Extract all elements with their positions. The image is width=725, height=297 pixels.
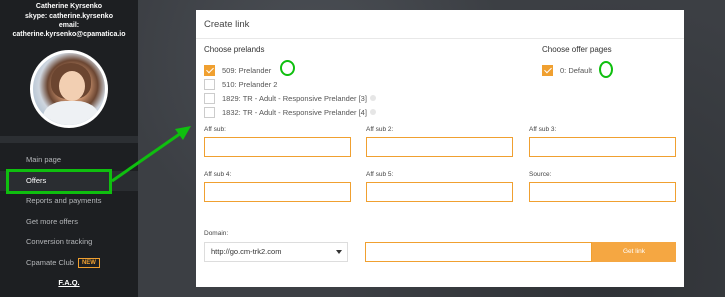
avatar-face	[59, 71, 85, 101]
checkbox[interactable]	[204, 92, 215, 104]
sidebar-item-cpamate-club[interactable]: Cpamate Club NEW	[0, 253, 138, 274]
user-name: Catherine Kyrsenko	[35, 3, 103, 10]
aff-sub-input[interactable]	[204, 137, 351, 157]
user-skype: skype: catherine.kyrsenko	[25, 13, 113, 20]
domain-value: http://go.cm-trk2.com	[211, 247, 282, 256]
domain-select[interactable]: http://go.cm-trk2.com	[204, 242, 348, 262]
preview-eye-icon[interactable]	[369, 109, 376, 115]
checkbox[interactable]	[542, 64, 553, 76]
offer-pages-title: Choose offer pages	[542, 45, 612, 54]
preland-option-1832[interactable]: 1832: TR - Adult - Responsive Prelander …	[204, 106, 376, 118]
annotation-highlight-box	[6, 169, 112, 194]
create-link-panel: Create link Choose prelands Choose offer…	[196, 10, 684, 287]
preland-label: 510: Prelander 2	[222, 79, 278, 89]
aff-sub-3-label: Aff sub 3:	[529, 126, 557, 133]
aff-sub-3-input[interactable]	[529, 137, 676, 157]
aff-sub-2-label: Aff sub 2:	[366, 126, 394, 133]
aff-sub-2-input[interactable]	[366, 137, 513, 157]
offer-page-option-default[interactable]: 0: Default	[542, 64, 592, 76]
source-input[interactable]	[529, 182, 676, 202]
checkbox[interactable]	[204, 64, 215, 76]
avatar-body	[43, 101, 99, 125]
prelands-title: Choose prelands	[204, 45, 265, 54]
aff-sub-5-label: Aff sub 5:	[366, 171, 394, 178]
preland-option-510[interactable]: 510: Prelander 2	[204, 78, 277, 90]
panel-divider	[196, 38, 684, 39]
source-label: Source:	[529, 171, 552, 178]
annotation-circle	[599, 61, 613, 78]
preland-label: 509: Prelander	[222, 65, 272, 75]
sidebar-item-get-more-offers[interactable]: Get more offers	[0, 212, 138, 233]
get-link-button[interactable]: Get link	[592, 242, 676, 262]
user-email-label: email:	[58, 22, 80, 29]
preview-eye-icon[interactable]	[369, 95, 376, 101]
sidebar-item-label: Cpamate Club	[26, 257, 74, 267]
aff-sub-4-input[interactable]	[204, 182, 351, 202]
annotation-circle	[280, 60, 295, 76]
chevron-down-icon	[336, 250, 342, 254]
sidebar-item-conversion-tracking[interactable]: Conversion tracking	[0, 232, 138, 253]
aff-sub-label: Aff sub:	[204, 126, 226, 133]
checkbox[interactable]	[204, 78, 215, 90]
preland-option-509[interactable]: 509: Prelander	[204, 64, 271, 76]
sidebar: Catherine Kyrsenko skype: catherine.kyrs…	[0, 0, 138, 297]
user-email: catherine.kyrsenko@cpamatica.io	[12, 31, 126, 38]
preland-label: 1832: TR - Adult - Responsive Prelander …	[222, 107, 367, 117]
preland-option-1829[interactable]: 1829: TR - Adult - Responsive Prelander …	[204, 92, 376, 104]
aff-sub-4-label: Aff sub 4:	[204, 171, 232, 178]
new-badge: NEW	[77, 257, 100, 268]
checkbox[interactable]	[204, 106, 215, 118]
sidebar-divider	[0, 136, 138, 143]
sidebar-item-reports[interactable]: Reports and payments	[0, 191, 138, 212]
avatar	[30, 50, 108, 128]
domain-label: Domain:	[204, 230, 229, 237]
faq-link[interactable]: F.A.Q.	[0, 278, 138, 287]
preland-label: 1829: TR - Adult - Responsive Prelander …	[222, 93, 367, 103]
generated-link-field[interactable]	[365, 242, 592, 262]
aff-sub-5-input[interactable]	[366, 182, 513, 202]
offer-page-label: 0: Default	[560, 65, 593, 75]
sidebar-item-main-page[interactable]: Main page	[0, 150, 138, 171]
panel-title: Create link	[204, 19, 250, 30]
